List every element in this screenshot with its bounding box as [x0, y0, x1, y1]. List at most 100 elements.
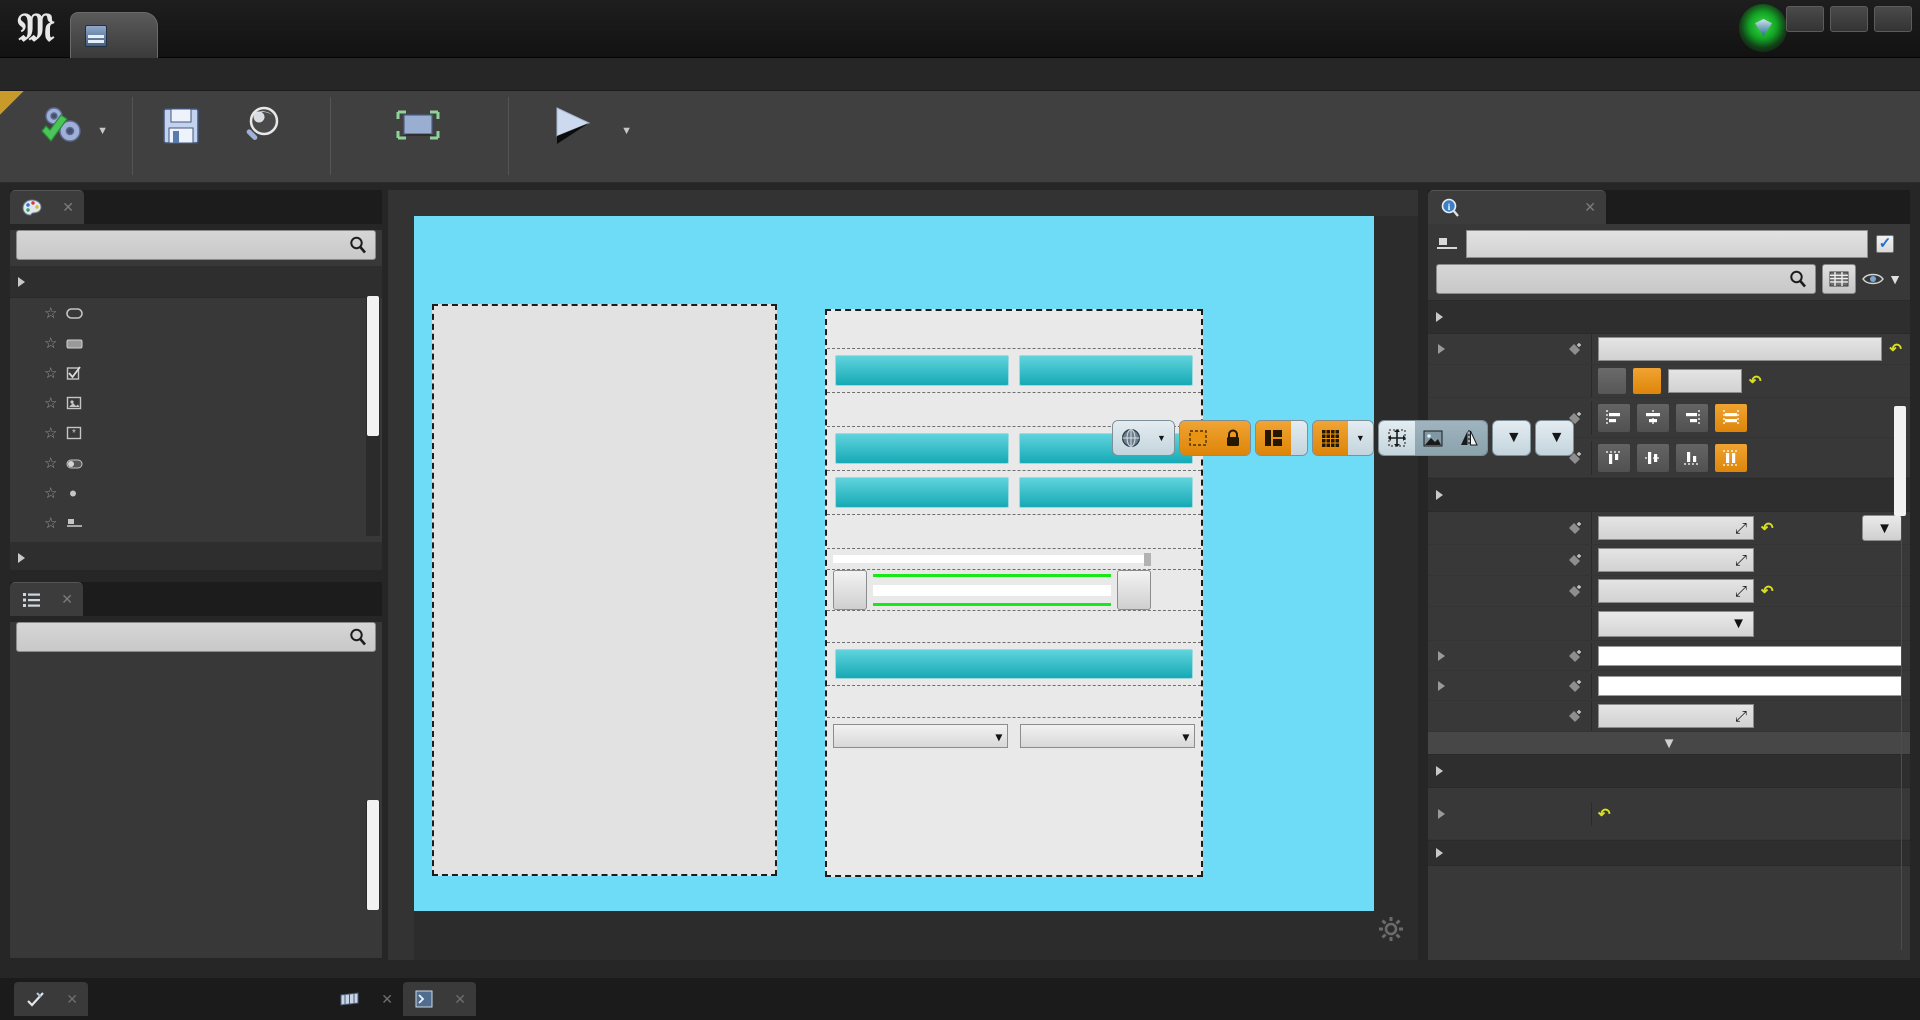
favorite-star-icon[interactable]: ☆ — [44, 424, 57, 442]
save-button[interactable] — [140, 95, 222, 153]
play-dropdown-caret-icon[interactable]: ▼ — [621, 125, 632, 137]
tab-palette[interactable]: ✕ — [10, 190, 84, 224]
close-button[interactable] — [1874, 6, 1912, 32]
palette-item-image[interactable]: ☆ — [10, 388, 382, 418]
favorite-star-icon[interactable]: ☆ — [44, 514, 57, 532]
value-bind-button[interactable]: ▼ — [1862, 515, 1902, 541]
widget-left-panel-preview[interactable] — [432, 304, 777, 876]
widget-preview-vertical-box[interactable]: ▾ ▾ — [825, 309, 1203, 877]
palette-category-edit[interactable] — [10, 542, 382, 570]
tab-details[interactable]: i ✕ — [1428, 190, 1606, 224]
live-coding-status-icon[interactable] — [1739, 4, 1787, 52]
widget-canvas-background[interactable]: ▾ ▾ — [414, 216, 1374, 911]
menu-item-asset[interactable] — [68, 70, 96, 78]
favorite-star-icon[interactable]: ☆ — [44, 334, 57, 352]
favorite-star-icon[interactable]: ☆ — [44, 484, 57, 502]
favorite-star-icon[interactable]: ☆ — [44, 304, 57, 322]
menu-item-help[interactable] — [180, 70, 208, 78]
slider-handle-color-swatch[interactable] — [1598, 675, 1902, 696]
tab-timeline[interactable]: ✕ — [328, 982, 403, 1016]
compile-button[interactable]: ▼ — [14, 95, 110, 153]
size-ratio-input[interactable] — [1668, 369, 1742, 393]
viewport-localization-group[interactable] — [1254, 420, 1308, 456]
preview-enable-audio-indication-button[interactable] — [835, 649, 1193, 679]
grid-icon[interactable] — [1312, 421, 1348, 455]
hierarchy-search-input[interactable] — [16, 622, 376, 652]
expand-triangle-icon[interactable] — [1438, 650, 1445, 661]
palette-category-common[interactable] — [10, 266, 382, 298]
hierarchy-tree[interactable] — [10, 658, 382, 958]
image-icon[interactable] — [1414, 421, 1451, 455]
preview-stop-publish-button[interactable] — [1019, 477, 1193, 508]
viewport-transform-group[interactable] — [1377, 420, 1488, 456]
orientation-dropdown[interactable]: ▼ — [1598, 610, 1754, 637]
preview-audio-scenario-combo[interactable]: ▾ — [1020, 724, 1195, 748]
expand-triangle-icon[interactable] — [1438, 680, 1445, 691]
expand-triangle-icon[interactable] — [1438, 344, 1445, 354]
tab-animations[interactable]: ✕ — [14, 982, 88, 1016]
minimize-button[interactable] — [1786, 6, 1824, 32]
preview-start-publish-button[interactable] — [835, 477, 1009, 508]
revert-icon[interactable]: ↶ — [1598, 805, 1611, 823]
menu-item-debug[interactable] — [124, 70, 152, 78]
layout-icon[interactable] — [1255, 421, 1291, 455]
globe-icon[interactable] — [1113, 421, 1149, 455]
compiler-results-close-icon[interactable]: ✕ — [454, 991, 466, 1008]
document-tab-bp-audiowidget[interactable] — [70, 12, 158, 58]
spinner-icon[interactable]: ⤢ — [1735, 520, 1747, 537]
spinner-icon[interactable]: ⤢ — [1735, 708, 1747, 725]
dashed-outline-icon[interactable] — [1179, 421, 1216, 455]
dpi-settings-gear-icon[interactable] — [1378, 916, 1404, 942]
designer-viewport[interactable]: ▾ ▾ ▼ ▼ ▼ ▼ — [388, 190, 1574, 960]
viewport-grid-group[interactable]: ▼ — [1311, 420, 1374, 456]
resize-icon[interactable] — [1378, 421, 1415, 455]
valign-top-button[interactable] — [1598, 443, 1630, 472]
viewport-r-button[interactable] — [1290, 421, 1307, 455]
details-section-style[interactable] — [1428, 754, 1910, 788]
lock-icon[interactable] — [1215, 421, 1250, 455]
spinner-icon[interactable]: ⤢ — [1735, 552, 1747, 569]
menu-item-edit[interactable] — [40, 70, 68, 78]
mirror-icon[interactable] — [1450, 421, 1487, 455]
bind-pin-icon[interactable] — [1567, 649, 1583, 663]
details-expand-more-button[interactable]: ▼ — [1428, 732, 1910, 754]
bind-pin-icon[interactable] — [1567, 553, 1583, 567]
menu-item-window[interactable] — [152, 70, 180, 78]
bind-pin-icon[interactable] — [1567, 709, 1583, 723]
details-section-appearance[interactable] — [1428, 478, 1910, 512]
bind-pin-icon[interactable] — [1567, 342, 1583, 356]
preview-decrease-arrow-icon[interactable] — [833, 570, 867, 610]
preview-playback-slider[interactable] — [833, 553, 1151, 566]
preview-recording-slider[interactable] — [873, 570, 1111, 610]
spinner-icon[interactable]: ⤢ — [1735, 583, 1747, 600]
padding-input[interactable] — [1598, 337, 1883, 361]
details-close-icon[interactable]: ✕ — [1584, 199, 1596, 216]
palette-item-progress-bar[interactable]: ☆ — [10, 448, 382, 478]
halign-fill-button[interactable] — [1715, 403, 1747, 432]
is-variable-checkbox[interactable]: ✓ — [1876, 235, 1894, 253]
compile-dropdown-caret-icon[interactable]: ▼ — [97, 125, 108, 137]
designer-canvas[interactable]: ▾ ▾ — [414, 216, 1418, 960]
palette-item-slider[interactable]: ☆ — [10, 508, 382, 538]
details-scrollbar[interactable] — [1894, 406, 1906, 516]
value-input[interactable]: ⤢ — [1598, 516, 1754, 540]
palette-list[interactable]: ☆ ☆ ☆ ☆ ☆ * ☆ ☆ ☆ — [10, 266, 382, 570]
revert-icon[interactable]: ↶ — [1749, 372, 1762, 390]
tab-hierarchy[interactable]: ✕ — [10, 582, 83, 616]
widget-reflector-button[interactable] — [340, 95, 496, 153]
details-object-name-field[interactable] — [1466, 230, 1868, 258]
palette-item-border[interactable]: ☆ — [10, 298, 382, 328]
slider-bar-color-swatch[interactable] — [1598, 645, 1902, 666]
menu-item-file[interactable] — [12, 70, 40, 78]
palette-item-named-slot[interactable]: ☆ * — [10, 418, 382, 448]
size-auto-button[interactable] — [1598, 368, 1626, 394]
menu-item-view[interactable] — [96, 70, 124, 78]
favorite-star-icon[interactable]: ☆ — [44, 454, 57, 472]
valign-fill-button[interactable] — [1715, 443, 1747, 472]
palette-item-rich-text-block[interactable]: ☆ — [10, 478, 382, 508]
palette-search-input[interactable] — [16, 230, 376, 260]
palette-item-check-box[interactable]: ☆ — [10, 358, 382, 388]
max-value-input[interactable]: ⤢ — [1598, 579, 1754, 603]
bind-pin-icon[interactable] — [1567, 521, 1583, 535]
viewport-outline-lock-group[interactable] — [1178, 420, 1251, 456]
